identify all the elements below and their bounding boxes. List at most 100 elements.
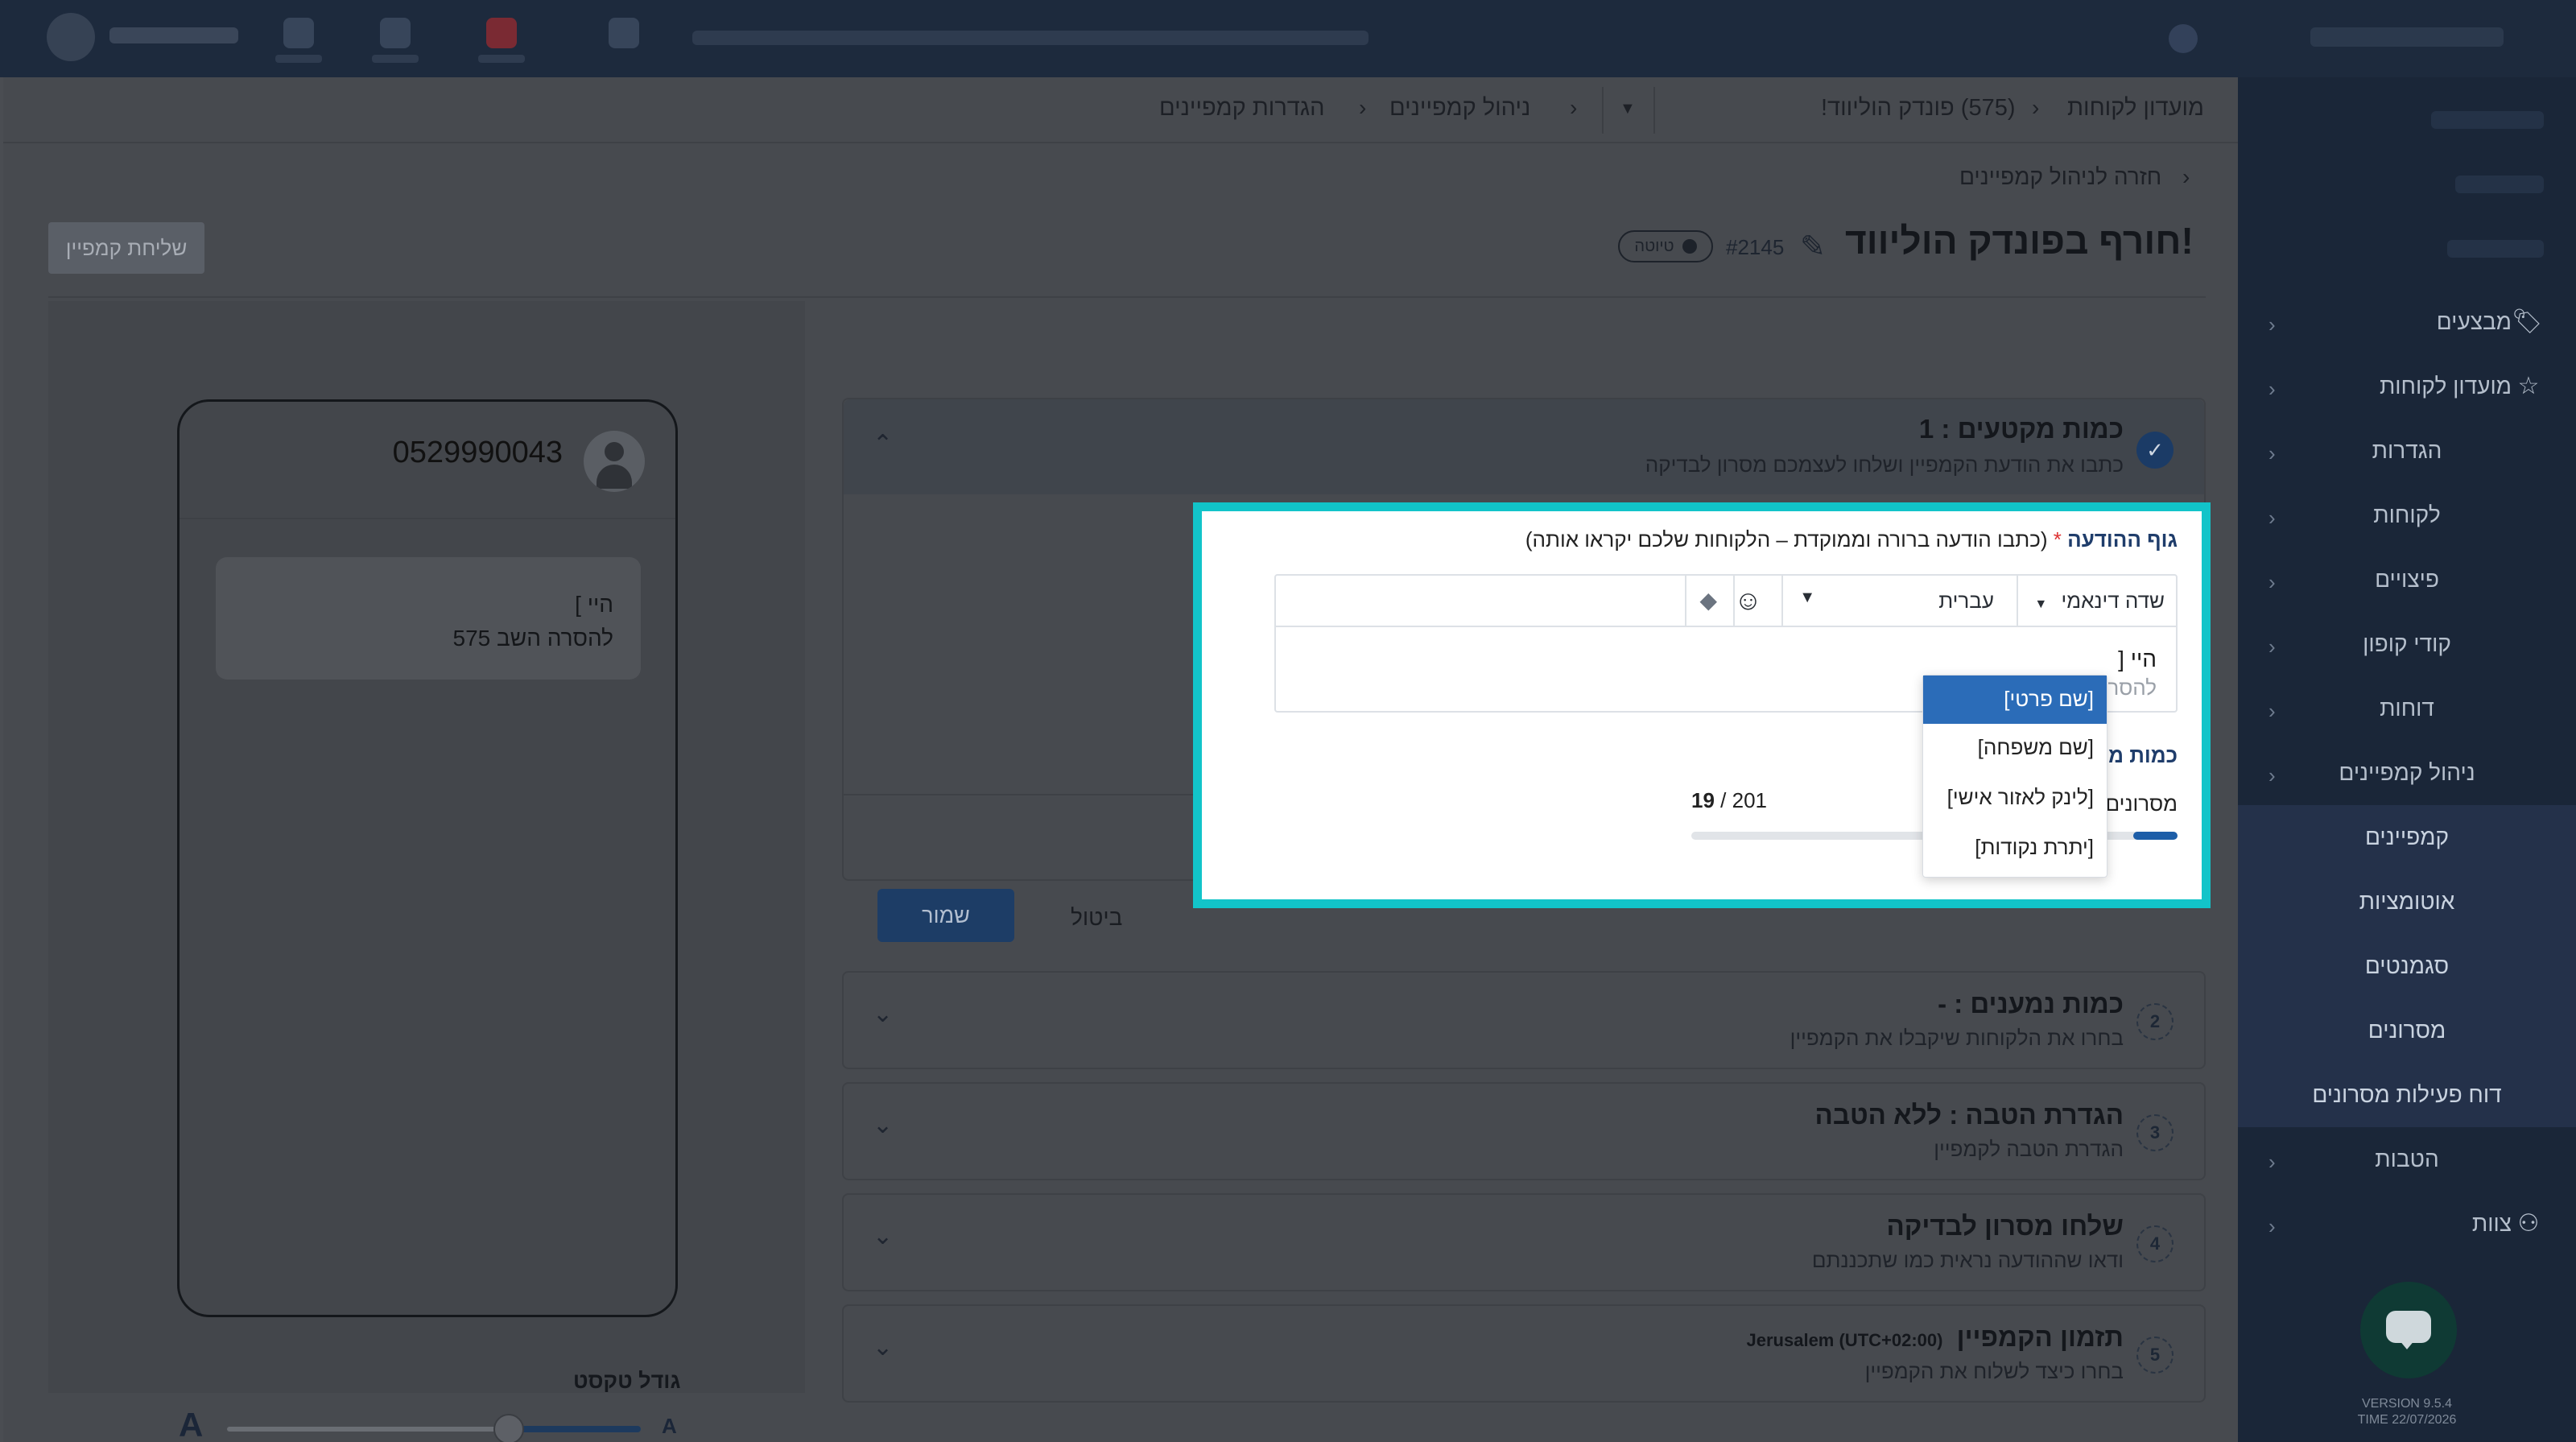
sidebar-item-sms-activity-report[interactable]: דוח פעילות מסרונים [2238,1063,2576,1127]
caret-down-icon[interactable]: ▼ [1620,100,1636,118]
message-body-label: גוף ההודעה * (כתבו הודעה ברורה וממוקדת –… [1525,527,2178,552]
sidebar-item-campaigns[interactable]: קמפיינים [2238,805,2576,870]
eraser-icon[interactable]: ◆ [1699,587,1717,614]
step-title: הגדרת הטבה : ללא הטבה [1814,1100,2124,1130]
sidebar-item-automations[interactable]: אוטומציות [2238,870,2576,934]
message-bubble: היי ] להסרה השב 575 [216,557,641,680]
cancel-button[interactable]: ביטול [1071,905,1122,931]
font-size-slider-fill [508,1426,641,1432]
sidebar-item-customers[interactable]: לקוחות ‹ [2238,483,2576,547]
message-body-hint: (כתבו הודעה ברורה וממוקדת – הלקוחות שלכם… [1525,527,2048,552]
nav-icon[interactable] [275,18,322,63]
char-counter: 19 / 201 [1691,788,1767,812]
dropdown-option-selected[interactable]: [שם פרטי] [1923,676,2107,724]
sidebar-item-label: דוחות [2380,696,2434,721]
sidebar-item-campaign-management[interactable]: ניהול קמפיינים ‹ [2238,741,2576,805]
account-name[interactable] [2310,27,2504,47]
caret-down-icon[interactable]: ▼ [1799,589,1815,607]
emoji-icon[interactable]: ☺ [1734,585,1762,617]
message-line: להסרה השב 575 [452,626,613,651]
sidebar-item-ghost[interactable] [2431,111,2544,129]
step-2-panel[interactable]: 2 כמות נמענים : - בחרו את הלקוחות שיקבלו… [842,971,2206,1069]
chevron-down-icon[interactable]: ⌄ [873,1111,893,1139]
step-4-panel[interactable]: 4 שלחו מסרון לבדיקה ודאו שההודעה נראית כ… [842,1193,2206,1291]
breadcrumb-branch[interactable]: (575) פונדק הוליווד! [1821,95,2016,122]
sidebar-item-ghost[interactable] [2455,176,2544,193]
brand-logo[interactable] [47,13,95,61]
dynamic-field-select[interactable]: שדה דינאמי ▼ [2034,589,2165,614]
status-dot [1682,239,1697,254]
dropdown-option-label: [שם פרטי] [2004,687,2094,711]
sidebar-item-reports[interactable]: דוחות ‹ [2238,676,2576,741]
step-title: שלחו מסרון לבדיקה [1886,1211,2124,1241]
dynamic-field-label: שדה דינאמי [2061,589,2165,613]
chevron-left-icon: ‹ [2268,506,2276,530]
sidebar-item-coupon-codes[interactable]: קודי קופון ‹ [2238,612,2576,676]
step-number: 2 [2136,1003,2174,1040]
edit-pencil-icon[interactable]: ✎ [1800,229,1826,265]
editor-text-line[interactable]: היי [ [2118,647,2157,672]
check-icon: ✓ [2136,432,2174,469]
chevron-down-icon[interactable]: ⌄ [873,1222,893,1250]
brand-name [109,27,238,43]
breadcrumb-customer-club[interactable]: מועדון לקוחות [2067,95,2204,122]
chevron-left-icon: ‹ [2268,570,2276,594]
step-number: 3 [2136,1114,2174,1151]
breadcrumb-campaign-management[interactable]: ניהול קמפיינים [1389,95,1530,122]
divider [48,296,2206,298]
sidebar-item-ghost[interactable] [2447,240,2544,258]
dropdown-option[interactable]: [שם משפחה] [1978,735,2094,760]
sidebar-item-label: מבצעים [2436,309,2512,334]
char-progress-fill [2133,832,2178,840]
alert-icon[interactable] [478,18,525,63]
step-title: כמות מקטעים : 1 [1918,414,2124,444]
sidebar-item-settings[interactable]: הגדרות ‹ [2238,419,2576,483]
sms-label: מסרונים [2105,791,2178,816]
step-subtitle: הגדרת הטבה לקמפיין [1934,1137,2124,1161]
sidebar-item-customer-club[interactable]: ☆ מועדון לקוחות ‹ [2238,354,2576,419]
step-5-panel[interactable]: 5 תזמון הקמפיין Jerusalem (UTC+02:00) בח… [842,1304,2206,1403]
sidebar-item-label: אוטומציות [2359,889,2455,914]
dropdown-option[interactable]: [יתרת נקודות] [1975,835,2094,860]
chevron-right-icon: › [2182,164,2190,189]
chevron-down-icon[interactable]: ⌄ [873,1000,893,1028]
nav-icon[interactable] [609,18,639,48]
chevron-left-icon: ‹ [2268,1214,2276,1238]
sidebar-item-label: מסרונים [2368,1018,2446,1043]
sidebar-item-team[interactable]: ⚇ צוות ‹ [2238,1192,2576,1256]
dropdown-option[interactable]: [לינק לאזור אישי] [1947,785,2094,810]
send-campaign-button[interactable]: שליחת קמפיין [48,222,204,274]
sidebar-item-label: פיצויים [2375,567,2439,592]
message-body-title: גוף ההודעה [2067,527,2178,552]
step-title: כמות נמענים : - [1938,989,2124,1018]
back-link[interactable]: חזרה לניהול קמפיינים › [1959,164,2190,190]
language-select[interactable]: עברית [1938,589,1994,614]
message-line: היי ] [575,592,613,617]
chevron-left-icon: ‹ [2268,634,2276,659]
sidebar-item-compensations[interactable]: פיצויים ‹ [2238,547,2576,612]
step-subtitle: כתבו את הודעת הקמפיין ושלחו לעצמכם מסרון… [1645,452,2124,477]
sidebar-item-promotions[interactable]: 🏷 מבצעים ‹ [2238,290,2576,354]
sidebar-item-segments[interactable]: סגמנטים [2238,934,2576,998]
sidebar-item-sms[interactable]: מסרונים [2238,998,2576,1063]
version-label: VERSION 9.5.4 [2361,1397,2453,1411]
required-marker: * [2053,527,2062,552]
breadcrumb: מועדון לקוחות ‹ (575) פונדק הוליווד! ▼ ‹… [3,77,2238,143]
page-title: חורף בפונדק הוליווד! [1845,220,2194,262]
top-nav-links[interactable] [692,31,1368,45]
sidebar-item-benefits[interactable]: הטבות ‹ [2238,1127,2576,1192]
notifications-icon[interactable] [2169,24,2198,53]
step-3-panel[interactable]: 3 הגדרת הטבה : ללא הטבה הגדרת הטבה לקמפי… [842,1082,2206,1180]
editor-text-line[interactable]: להסרה [2108,676,2157,700]
chevron-down-icon[interactable]: ⌄ [873,1333,893,1361]
chevron-up-icon[interactable]: ⌃ [873,430,893,458]
save-button[interactable]: שמור [877,889,1014,942]
sidebar-item-label: הגדרות [2372,438,2442,463]
font-size-slider-handle[interactable] [493,1414,524,1442]
dynamic-field-dropdown: [שם פרטי] [שם משפחה] [לינק לאזור אישי] [… [1922,675,2107,878]
sidebar-item-label: קמפיינים [2365,824,2449,849]
chat-button[interactable] [2360,1282,2457,1378]
chevron-left-icon: ‹ [2268,377,2276,401]
timezone-label: Jerusalem (UTC+02:00) [1746,1330,1943,1350]
nav-icon[interactable] [372,18,419,63]
